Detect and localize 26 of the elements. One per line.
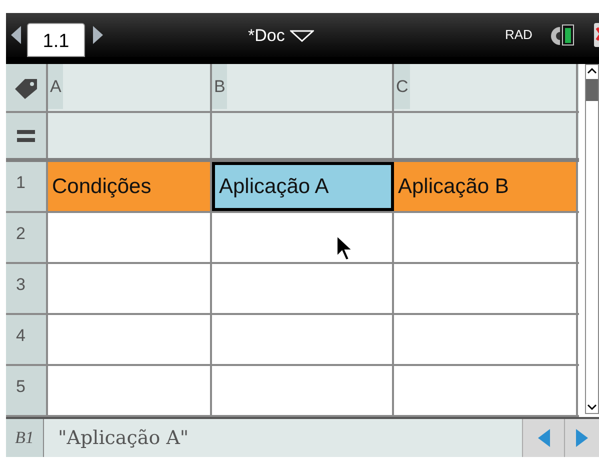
- tag-icon: [13, 76, 39, 98]
- left-arrow-icon: [538, 429, 550, 447]
- dropdown-icon: [290, 30, 314, 42]
- battery-icon: [562, 24, 574, 46]
- row-header[interactable]: 1: [6, 162, 48, 211]
- cell-reference: B1: [6, 419, 44, 457]
- row-header[interactable]: 3: [6, 264, 48, 313]
- previous-page-icon[interactable]: [11, 26, 21, 44]
- table-cell[interactable]: Condições: [48, 162, 212, 211]
- row-header[interactable]: 4: [6, 315, 48, 364]
- mouse-pointer-icon: [336, 235, 354, 261]
- right-arrow-icon: [576, 429, 588, 447]
- page-tab[interactable]: 1.1: [27, 23, 85, 57]
- previous-button[interactable]: [523, 419, 565, 457]
- row-header[interactable]: 2: [6, 213, 48, 262]
- table-cell[interactable]: Aplicação A: [212, 162, 394, 211]
- scrollbar[interactable]: [585, 64, 599, 414]
- column-header[interactable]: C: [394, 64, 578, 111]
- angle-mode: RAD: [505, 26, 532, 44]
- scroll-thumb[interactable]: [586, 79, 598, 101]
- table-cell[interactable]: Aplicação B: [394, 162, 578, 211]
- next-button[interactable]: [565, 419, 599, 457]
- formula-icon: [17, 130, 35, 142]
- next-page-icon[interactable]: [93, 26, 103, 44]
- document-menu[interactable]: *Doc: [248, 23, 314, 48]
- row-header[interactable]: 5: [6, 366, 48, 415]
